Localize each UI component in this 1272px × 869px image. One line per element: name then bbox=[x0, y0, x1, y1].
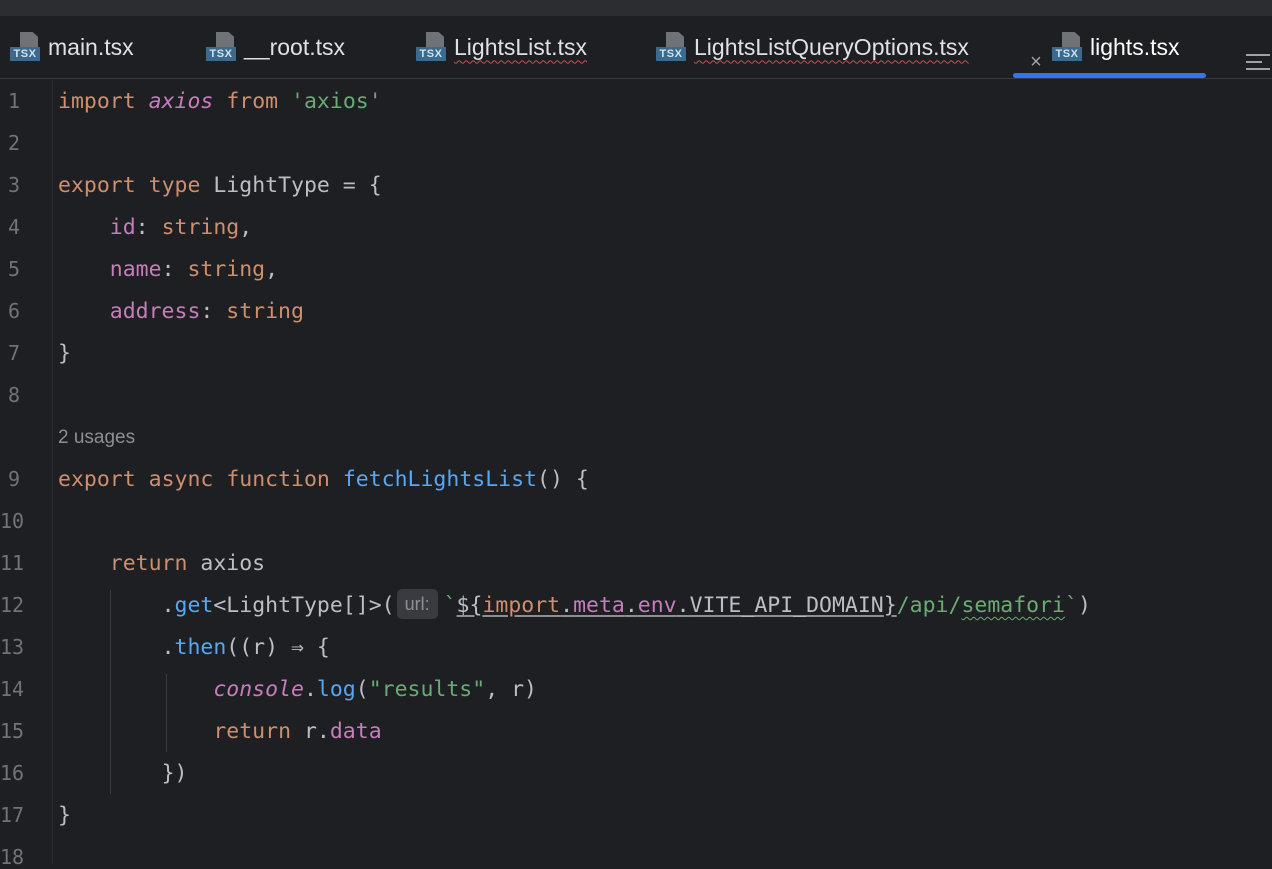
line-number: 7 bbox=[7, 341, 20, 365]
close-tab-icon[interactable]: × bbox=[1026, 52, 1046, 72]
tsx-file-icon: TSX bbox=[10, 30, 42, 64]
tab-label: LightsListQueryOptions.tsx bbox=[694, 33, 969, 60]
tab-lightslistqueryoptions-tsx[interactable]: TSX LightsListQueryOptions.tsx bbox=[656, 16, 969, 78]
line-number: 3 bbox=[7, 173, 20, 197]
active-tab-indicator bbox=[1013, 73, 1206, 78]
code-line-7: } bbox=[58, 341, 71, 366]
editor-tab-bar: TSX main.tsx TSX __root.tsx TSX LightsLi… bbox=[0, 16, 1272, 79]
tsx-file-icon: TSX bbox=[206, 30, 238, 64]
line-number: 9 bbox=[7, 467, 20, 491]
line-number: 1 bbox=[7, 89, 20, 113]
tab-lightslist-tsx[interactable]: TSX LightsList.tsx bbox=[416, 16, 587, 78]
code-editor[interactable]: 1 2 3 4 5 6 7 8 9 10 11 12 13 14 15 16 1… bbox=[0, 80, 1272, 869]
tsx-file-icon: TSX bbox=[656, 30, 688, 64]
code-line-16: }) bbox=[161, 761, 188, 786]
tsx-file-icon: TSX bbox=[1052, 30, 1084, 64]
tsx-file-icon: TSX bbox=[416, 30, 448, 64]
code-line-4: id: string, bbox=[109, 215, 253, 240]
line-number: 2 bbox=[7, 131, 20, 155]
code-line-13: .then((r) ⇒ { bbox=[161, 635, 330, 660]
code-line-12: .get<LightType[]>(url: `${import.meta.env… bbox=[58, 585, 1091, 627]
tab-main-tsx[interactable]: TSX main.tsx bbox=[10, 16, 134, 78]
tab-list-menu-icon[interactable] bbox=[1246, 54, 1272, 74]
code-line-6: address: string bbox=[109, 299, 304, 324]
code-line-14: console.log("results", r) bbox=[213, 677, 537, 702]
line-number: 8 bbox=[7, 383, 20, 407]
code-line-17: } bbox=[58, 803, 71, 828]
usages-hint[interactable]: 2 usages bbox=[58, 427, 135, 449]
parameter-hint: url: bbox=[396, 589, 438, 619]
code-line-5: name: string, bbox=[109, 257, 279, 282]
line-number: 14 bbox=[0, 677, 25, 701]
line-number: 12 bbox=[0, 593, 25, 617]
tab-lights-tsx[interactable]: TSX lights.tsx bbox=[1052, 16, 1179, 78]
line-number: 10 bbox=[0, 509, 25, 533]
line-number: 17 bbox=[0, 803, 25, 827]
tab-label: main.tsx bbox=[48, 33, 134, 60]
tab-root-tsx[interactable]: TSX __root.tsx bbox=[206, 16, 345, 78]
line-number: 5 bbox=[7, 257, 20, 281]
tab-label: LightsList.tsx bbox=[454, 33, 587, 60]
line-number: 15 bbox=[0, 719, 25, 743]
line-number: 16 bbox=[0, 761, 25, 785]
line-number: 4 bbox=[7, 215, 20, 239]
code-line-1: import axios from 'axios' bbox=[58, 89, 382, 114]
gutter-separator bbox=[52, 80, 53, 864]
line-number: 6 bbox=[7, 299, 20, 323]
title-strip bbox=[0, 0, 1272, 16]
tab-label: lights.tsx bbox=[1090, 33, 1180, 60]
code-line-11: return axios bbox=[109, 551, 266, 576]
line-number: 11 bbox=[0, 551, 25, 575]
code-line-9: export async function fetchLightsList() … bbox=[58, 467, 589, 492]
line-number: 13 bbox=[0, 635, 25, 659]
tab-label: __root.tsx bbox=[244, 33, 345, 60]
code-line-15: return r.data bbox=[213, 719, 382, 744]
line-number: 18 bbox=[0, 845, 25, 869]
code-line-3: export type LightType = { bbox=[58, 173, 382, 198]
